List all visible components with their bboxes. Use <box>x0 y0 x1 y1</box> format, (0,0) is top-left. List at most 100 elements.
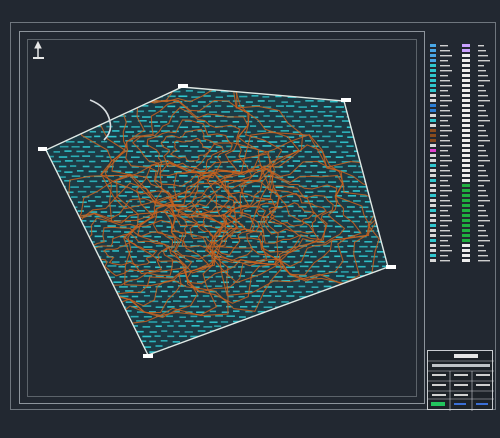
elevation-label <box>382 145 388 148</box>
elevation-label <box>76 260 84 263</box>
elevation-label <box>251 95 259 97</box>
elevation-label <box>382 305 388 308</box>
elevation-label <box>329 321 339 323</box>
elevation-label <box>131 295 139 298</box>
elevation-label <box>124 260 132 263</box>
elevation-label <box>365 350 372 353</box>
legend-text-line <box>478 135 488 137</box>
elevation-label <box>83 205 91 208</box>
elevation-label <box>263 115 270 117</box>
elevation-label <box>281 350 288 352</box>
elevation-label <box>64 351 72 354</box>
elevation-label <box>89 311 98 313</box>
elevation-label <box>298 125 305 128</box>
legend-swatch <box>462 144 470 147</box>
elevation-label <box>112 241 121 244</box>
elevation-label <box>304 331 313 333</box>
legend-swatch <box>462 169 470 172</box>
elevation-label <box>160 340 168 342</box>
elevation-label <box>335 116 344 118</box>
elevation-label <box>202 295 210 297</box>
elevation-label <box>245 101 253 103</box>
elevation-label <box>190 305 200 308</box>
elevation-label <box>226 135 234 138</box>
elevation-label <box>59 196 66 198</box>
legend-swatch <box>430 219 436 222</box>
elevation-label <box>101 331 109 333</box>
elevation-label <box>148 90 158 93</box>
cad-drawing-viewport[interactable] <box>0 0 500 438</box>
legend-text-line <box>478 200 490 202</box>
elevation-label <box>292 311 302 313</box>
elevation-label <box>304 350 313 353</box>
elevation-label <box>262 276 270 278</box>
elevation-label <box>388 170 396 172</box>
elevation-label <box>52 110 61 113</box>
elevation-label <box>389 230 395 232</box>
elevation-label <box>59 206 67 208</box>
elevation-label <box>287 176 295 178</box>
legend-text-line <box>440 155 450 157</box>
elevation-label <box>137 161 145 163</box>
legend-text-line <box>478 90 486 92</box>
elevation-label <box>155 245 163 247</box>
elevation-label <box>83 326 92 328</box>
elevation-label <box>311 306 320 308</box>
legend-swatch <box>430 234 436 237</box>
elevation-label <box>305 290 314 293</box>
elevation-label <box>371 345 380 347</box>
elevation-label <box>77 311 87 313</box>
elevation-label <box>52 230 59 233</box>
elevation-label <box>125 91 133 93</box>
legend-text-line <box>440 170 450 172</box>
legend-swatch <box>462 174 470 177</box>
elevation-label <box>305 130 315 133</box>
elevation-label <box>76 300 84 303</box>
elevation-label <box>130 285 138 288</box>
elevation-label <box>89 120 98 123</box>
elevation-label <box>46 356 53 358</box>
elevation-label <box>286 195 294 198</box>
legend-panel <box>430 44 490 262</box>
elevation-label <box>106 285 114 287</box>
elevation-label <box>190 265 198 268</box>
legend-text-line <box>440 60 448 62</box>
elevation-label <box>352 280 360 282</box>
elevation-label <box>106 326 115 328</box>
elevation-label <box>88 291 95 293</box>
legend-swatch <box>462 124 470 127</box>
elevation-label <box>83 315 91 318</box>
elevation-label <box>209 321 218 324</box>
legend-text-line <box>478 105 484 107</box>
elevation-label <box>390 121 398 123</box>
elevation-label <box>130 315 139 318</box>
elevation-label <box>347 195 357 197</box>
elevation-label <box>112 261 120 263</box>
elevation-label <box>83 186 91 188</box>
elevation-label <box>233 160 242 163</box>
elevation-label <box>365 280 374 283</box>
elevation-label <box>58 115 67 118</box>
map-canvas[interactable] <box>0 0 500 438</box>
elevation-label <box>46 320 51 322</box>
elevation-label <box>179 175 188 177</box>
elevation-label <box>106 125 113 128</box>
elevation-label <box>262 325 272 328</box>
title-block-blue-bar <box>476 403 488 405</box>
elevation-label <box>395 236 402 238</box>
elevation-label <box>94 135 101 138</box>
elevation-label <box>161 351 170 353</box>
elevation-label <box>388 131 395 133</box>
elevation-label <box>316 90 324 93</box>
elevation-label <box>64 121 73 124</box>
elevation-label <box>190 146 199 148</box>
legend-swatch <box>462 114 470 117</box>
elevation-label <box>305 110 314 112</box>
elevation-label <box>113 91 122 93</box>
elevation-label <box>347 305 357 308</box>
elevation-label <box>89 320 97 323</box>
elevation-label <box>220 340 229 343</box>
elevation-label <box>335 96 342 99</box>
elevation-label <box>292 90 299 93</box>
elevation-label <box>389 191 396 193</box>
